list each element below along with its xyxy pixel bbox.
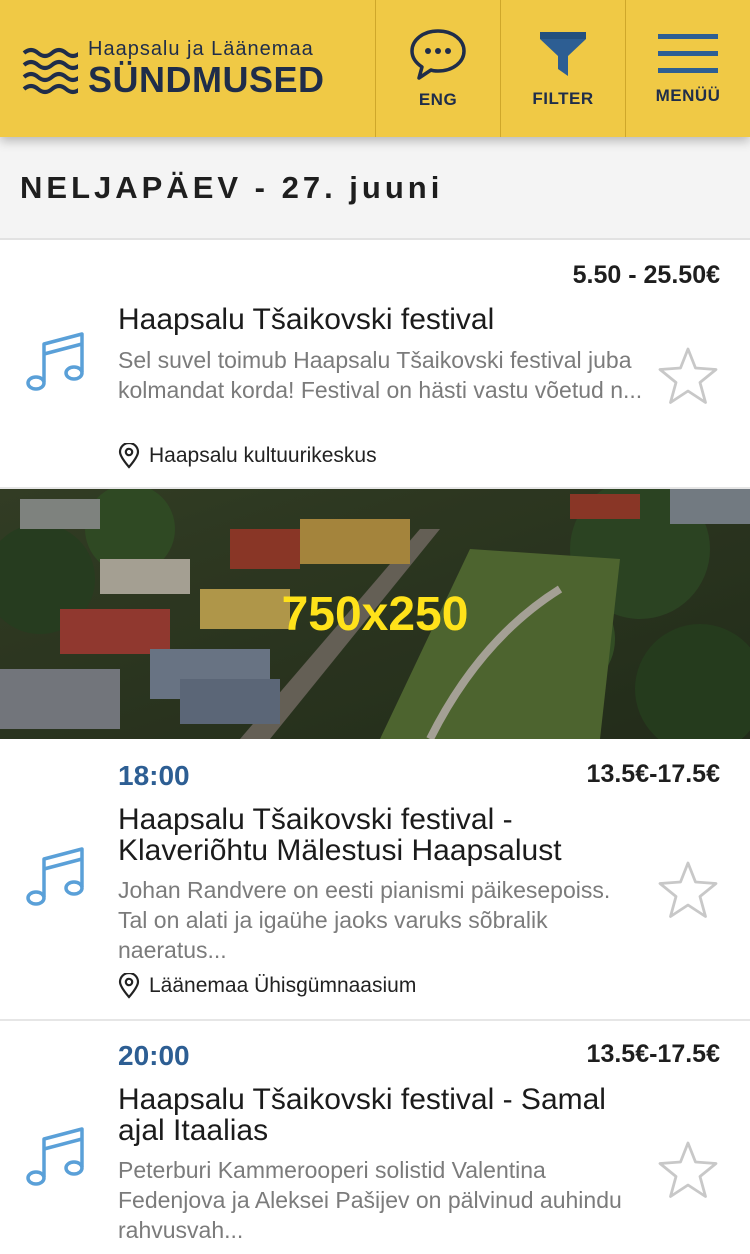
filter-button[interactable]: FILTER xyxy=(500,0,625,137)
date-heading-bar: NELJAPÄEV - 27. juuni xyxy=(0,137,750,240)
brand-text: Haapsalu ja Läänemaa SÜNDMUSED xyxy=(88,38,325,99)
event-description: Johan Randvere on eesti pianismi päikese… xyxy=(118,877,611,963)
event-title[interactable]: Haapsalu Tšaikovski festival xyxy=(118,304,638,335)
music-note-icon xyxy=(26,1127,84,1186)
menu-label: MENÜÜ xyxy=(655,85,721,105)
brand-subtitle: Haapsalu ja Läänemaa xyxy=(88,38,314,60)
event-location: Haapsalu kultuurikeskus xyxy=(118,443,377,469)
music-note-icon xyxy=(26,332,84,391)
ad-banner[interactable]: 750x250 xyxy=(0,489,750,739)
hamburger-menu-icon xyxy=(658,33,718,73)
filter-label: FILTER xyxy=(532,88,594,108)
brand-logo[interactable]: Haapsalu ja Läänemaa SÜNDMUSED xyxy=(0,0,375,137)
event-location-name: Läänemaa Ühisgümnaasium xyxy=(149,974,417,997)
event-card[interactable]: 18:00 13.5€-17.5€ Haapsalu Tšaikovski fe… xyxy=(0,739,750,1021)
event-title[interactable]: Haapsalu Tšaikovski festival - Samal aja… xyxy=(118,1084,638,1146)
location-pin-icon xyxy=(118,973,140,999)
date-heading: NELJAPÄEV - 27. juuni xyxy=(20,169,444,205)
favorite-star-icon[interactable] xyxy=(656,859,720,923)
event-description: Sel suvel toimub Haapsalu Tšaikovski fes… xyxy=(118,347,643,403)
event-price: 13.5€-17.5€ xyxy=(586,760,720,788)
brand-title: SÜNDMUSED xyxy=(88,59,325,100)
event-time: 20:00 xyxy=(118,1040,190,1071)
banner-size-label: 750x250 xyxy=(281,587,469,641)
event-description: Peterburi Kammerooperi solistid Valentin… xyxy=(118,1157,622,1243)
event-location-name: Haapsalu kultuurikeskus xyxy=(149,444,377,467)
language-button[interactable]: ENG xyxy=(375,0,500,137)
event-price: 5.50 - 25.50€ xyxy=(572,261,720,289)
event-title[interactable]: Haapsalu Tšaikovski festival - Klaveriõh… xyxy=(118,804,638,866)
top-header: Haapsalu ja Läänemaa SÜNDMUSED ENG FILTE… xyxy=(0,0,750,137)
chat-bubble-icon xyxy=(410,28,466,80)
event-time: 18:00 xyxy=(118,760,190,791)
favorite-star-icon[interactable] xyxy=(656,1139,720,1203)
event-card[interactable]: 20:00 13.5€-17.5€ Haapsalu Tšaikovski fe… xyxy=(0,1021,750,1254)
language-label: ENG xyxy=(418,89,458,109)
event-price: 13.5€-17.5€ xyxy=(586,1040,720,1068)
waves-logo-icon xyxy=(22,47,78,94)
location-pin-icon xyxy=(118,443,140,469)
music-note-icon xyxy=(26,847,84,906)
favorite-star-icon[interactable] xyxy=(656,345,720,409)
event-card[interactable]: 5.50 - 25.50€ Haapsalu Tšaikovski festiv… xyxy=(0,242,750,489)
event-location: Läänemaa Ühisgümnaasium xyxy=(118,973,416,999)
menu-button[interactable]: MENÜÜ xyxy=(625,0,750,137)
funnel-icon xyxy=(540,31,586,76)
